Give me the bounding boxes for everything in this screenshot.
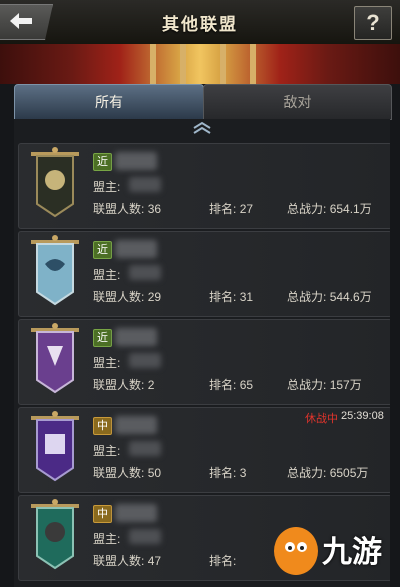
alliance-flag-icon (31, 499, 79, 570)
help-button[interactable]: ? (354, 6, 392, 40)
power-stat: 总战力: 654.1万 (287, 202, 372, 216)
members-stat: 联盟人数: 36 (93, 202, 162, 216)
alliance-name-hidden (115, 240, 157, 258)
scene-pillar (150, 44, 156, 84)
leader-label: 盟主: (93, 532, 121, 546)
leader-label: 盟主: (93, 268, 121, 282)
alliance-card[interactable]: 近 盟主: 联盟人数: 2 排名: 65 总战力: 157万 (18, 319, 390, 405)
truce-timer: 25:39:08 (341, 410, 384, 422)
tab-all[interactable]: 所有 (14, 84, 204, 120)
distance-badge: 近 (93, 241, 112, 259)
alliance-card[interactable]: 近 盟主: 联盟人数: 29 排名: 31 总战力: 544.6万 (18, 231, 390, 317)
alliance-name-hidden (115, 416, 157, 434)
watermark-text: 九游 (322, 535, 382, 570)
leader-label: 盟主: (93, 356, 121, 370)
truce-status: 休战中 (305, 413, 338, 425)
help-icon: ? (366, 10, 380, 35)
alliance-flag-icon (31, 147, 79, 218)
alliance-flag-icon (31, 323, 79, 394)
alliance-card[interactable]: 近 盟主: 联盟人数: 36 排名: 27 总战力: 654.1万 (18, 143, 390, 229)
scroll-up-icon[interactable] (192, 121, 212, 135)
rank-stat: 排名: (209, 554, 237, 568)
leader-name-hidden (129, 529, 161, 544)
leader-label: 盟主: (93, 180, 121, 194)
distance-badge: 中 (93, 417, 112, 435)
scene-pillar (220, 44, 226, 84)
scene-pillar (180, 44, 186, 84)
distance-badge: 中 (93, 505, 112, 523)
tab-enemy[interactable]: 敌对 (203, 84, 392, 120)
leader-name-hidden (129, 441, 161, 456)
rank-stat: 排名: 3 (209, 466, 247, 480)
rank-stat: 排名: 65 (209, 378, 254, 392)
members-stat: 联盟人数: 47 (93, 554, 162, 568)
distance-badge: 近 (93, 329, 112, 347)
alliance-name-hidden (115, 504, 157, 522)
power-stat: 总战力: 6505万 (287, 466, 369, 480)
alliance-card[interactable]: 休战中 25:39:08 中 盟主: 联盟人数: 50 排名: 3 总战力: 6… (18, 407, 390, 493)
power-stat: 总战力: 544.6万 (287, 290, 372, 304)
rank-stat: 排名: 31 (209, 290, 254, 304)
leader-name-hidden (129, 177, 161, 192)
alliance-name-hidden (115, 152, 157, 170)
rank-stat: 排名: 27 (209, 202, 254, 216)
alliance-flag-icon (31, 411, 79, 482)
tab-bar: 所有 敌对 (14, 84, 392, 120)
members-stat: 联盟人数: 2 (93, 378, 155, 392)
leader-name-hidden (129, 353, 161, 368)
power-stat: 总战力: 157万 (287, 378, 362, 392)
leader-name-hidden (129, 265, 161, 280)
page-title: 其他联盟 (162, 15, 238, 35)
leader-label: 盟主: (93, 444, 121, 458)
members-stat: 联盟人数: 50 (93, 466, 162, 480)
header-scene-art (0, 44, 400, 84)
scene-pillar (250, 44, 256, 84)
members-stat: 联盟人数: 29 (93, 290, 162, 304)
distance-badge: 近 (93, 153, 112, 171)
alliance-list[interactable]: 近 盟主: 联盟人数: 36 排名: 27 总战力: 654.1万 近 盟主: … (14, 119, 390, 587)
alliance-flag-icon (31, 235, 79, 306)
alliance-name-hidden (115, 328, 157, 346)
top-bar: 其他联盟 ? (0, 0, 400, 45)
